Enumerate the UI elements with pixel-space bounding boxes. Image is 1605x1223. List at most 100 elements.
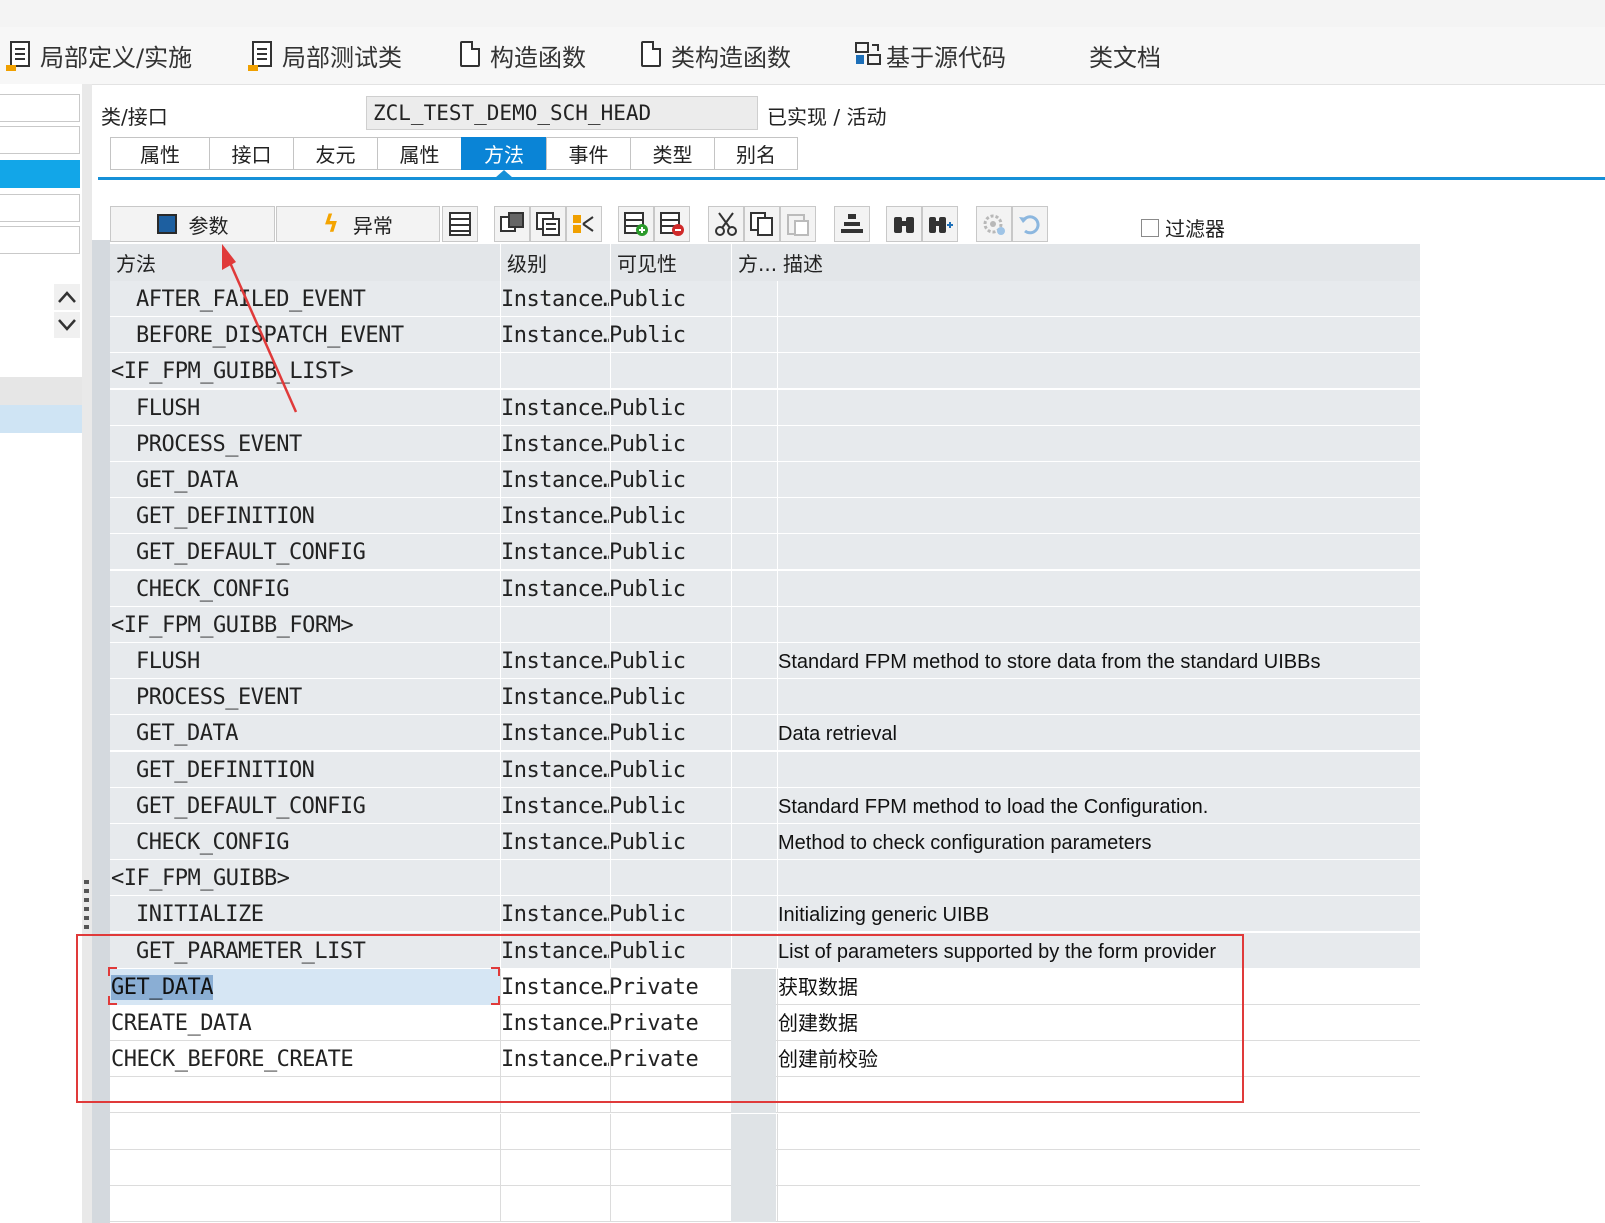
description-cell[interactable]: Data retrieval bbox=[778, 715, 1418, 751]
description-cell[interactable] bbox=[778, 1077, 1418, 1113]
level-cell[interactable]: Instance… bbox=[501, 390, 609, 426]
method-name-cell[interactable]: GET_DATA bbox=[110, 715, 500, 751]
description-cell[interactable] bbox=[778, 860, 1418, 896]
table-row[interactable]: GET_DATA Instance… Public Data retrieval bbox=[110, 715, 1420, 752]
method-name-cell[interactable]: GET_DEFAULT_CONFIG bbox=[110, 534, 500, 570]
table-row[interactable]: CHECK_CONFIG Instance… Public bbox=[110, 570, 1420, 607]
level-cell[interactable]: Instance… bbox=[501, 1005, 609, 1041]
description-cell[interactable] bbox=[778, 534, 1418, 570]
table-row-empty[interactable] bbox=[110, 1186, 1420, 1222]
method-name-cell[interactable]: PROCESS_EVENT bbox=[110, 679, 500, 715]
description-cell[interactable] bbox=[778, 281, 1418, 317]
visibility-cell[interactable]: Public bbox=[609, 896, 730, 932]
description-cell[interactable] bbox=[778, 1186, 1418, 1222]
source-code-button[interactable]: 基于源代码 bbox=[855, 39, 1006, 72]
table-row[interactable]: CHECK_CONFIG Instance… Public Method to che… bbox=[110, 824, 1420, 860]
description-cell[interactable] bbox=[778, 426, 1418, 462]
method-name-cell[interactable]: <IF_FPM_GUIBB_LIST> bbox=[110, 353, 500, 389]
level-cell[interactable]: Instance… bbox=[501, 679, 609, 715]
method-name-cell[interactable] bbox=[110, 1150, 500, 1186]
table-row[interactable]: FLUSH Instance… Public Standard FPM method … bbox=[110, 643, 1420, 679]
method-name-cell[interactable]: CHECK_BEFORE_CREATE bbox=[110, 1041, 500, 1077]
table-row[interactable]: GET_DEFINITION Instance… Public bbox=[110, 498, 1420, 535]
left-panel-selected-field[interactable] bbox=[0, 160, 80, 188]
tab-interfaces[interactable]: 接口 bbox=[209, 137, 293, 170]
method-name-cell[interactable]: GET_DEFAULT_CONFIG bbox=[110, 788, 500, 824]
visibility-cell[interactable]: Private bbox=[609, 969, 730, 1005]
description-cell[interactable]: List of parameters supported by the form… bbox=[778, 933, 1418, 969]
description-cell[interactable]: 创建数据 bbox=[778, 1005, 1418, 1041]
description-cell[interactable] bbox=[778, 752, 1418, 788]
tab-types[interactable]: 类型 bbox=[630, 137, 714, 170]
visibility-cell[interactable]: Public bbox=[609, 317, 730, 353]
table-row[interactable]: AFTER_FAILED_EVENT Instance… Public bbox=[110, 281, 1420, 317]
undo-button[interactable] bbox=[1012, 206, 1048, 242]
find-button[interactable] bbox=[886, 206, 922, 242]
visibility-cell[interactable] bbox=[609, 860, 730, 896]
visibility-cell[interactable]: Public bbox=[609, 281, 730, 317]
method-name-cell[interactable]: CREATE_DATA bbox=[110, 1005, 500, 1041]
method-name-cell[interactable]: FLUSH bbox=[110, 390, 500, 426]
description-cell[interactable] bbox=[778, 1150, 1418, 1186]
method-name-cell[interactable]: GET_DATA bbox=[110, 968, 500, 1005]
tab-friends[interactable]: 友元 bbox=[293, 137, 377, 170]
sort-button[interactable] bbox=[834, 206, 870, 242]
method-name-cell[interactable]: <IF_FPM_GUIBB> bbox=[110, 860, 500, 896]
description-cell[interactable]: 创建前校验 bbox=[778, 1041, 1418, 1077]
description-cell[interactable]: Initializing generic UIBB bbox=[778, 896, 1418, 932]
level-cell[interactable] bbox=[501, 607, 609, 643]
level-cell[interactable]: Instance… bbox=[501, 969, 609, 1005]
description-cell[interactable]: 获取数据 bbox=[778, 969, 1418, 1005]
visibility-cell[interactable]: Public bbox=[609, 752, 730, 788]
class-name-field[interactable]: ZCL_TEST_DEMO_SCH_HEAD bbox=[366, 96, 758, 130]
column-header-description[interactable]: 描述 bbox=[777, 244, 1420, 281]
table-row[interactable]: GET_DEFAULT_CONFIG Instance… Public Standar… bbox=[110, 787, 1420, 824]
level-cell[interactable]: Instance… bbox=[501, 824, 609, 860]
local-definitions-button[interactable]: 局部定义/实施 bbox=[6, 39, 192, 72]
description-cell[interactable] bbox=[778, 571, 1418, 607]
level-cell[interactable]: Instance… bbox=[501, 788, 609, 824]
checkbox-icon[interactable] bbox=[1141, 218, 1159, 237]
level-cell[interactable]: Instance… bbox=[501, 896, 609, 932]
tab-attributes[interactable]: 属性 bbox=[110, 137, 209, 170]
level-cell[interactable]: Instance… bbox=[501, 317, 609, 353]
tab-methods[interactable]: 方法 bbox=[461, 137, 546, 170]
table-row-empty[interactable] bbox=[110, 1149, 1420, 1186]
description-cell[interactable] bbox=[778, 1114, 1418, 1150]
class-documentation-button[interactable]: 类文档 bbox=[1089, 39, 1161, 72]
settings-button[interactable] bbox=[976, 206, 1012, 242]
table-row-empty[interactable] bbox=[110, 1077, 1420, 1114]
constructor-button[interactable]: 构造函数 bbox=[460, 39, 586, 72]
find-next-button[interactable] bbox=[922, 206, 958, 242]
copy-button[interactable] bbox=[744, 206, 780, 242]
column-header-method[interactable]: 方法 bbox=[110, 244, 500, 281]
method-name-cell[interactable]: BEFORE_DISPATCH_EVENT bbox=[110, 317, 500, 353]
visibility-cell[interactable]: Public bbox=[609, 498, 730, 534]
description-cell[interactable] bbox=[778, 679, 1418, 715]
visibility-cell[interactable]: Public bbox=[609, 715, 730, 751]
level-cell[interactable] bbox=[501, 1114, 609, 1150]
method-name-cell[interactable]: <IF_FPM_GUIBB_FORM> bbox=[110, 607, 500, 643]
method-name-cell[interactable] bbox=[110, 1077, 500, 1113]
method-name-cell[interactable]: GET_DEFINITION bbox=[110, 498, 500, 534]
description-cell[interactable] bbox=[778, 498, 1418, 534]
column-header-level[interactable]: 级别 bbox=[500, 244, 610, 281]
tab-attributes-2[interactable]: 属性 bbox=[377, 137, 461, 170]
method-name-cell[interactable]: CHECK_CONFIG bbox=[110, 824, 500, 860]
scroll-down-icon[interactable] bbox=[54, 312, 80, 338]
method-name-cell[interactable]: PROCESS_EVENT bbox=[110, 426, 500, 462]
visibility-cell[interactable]: Private bbox=[609, 1005, 730, 1041]
table-row[interactable]: GET_DEFINITION Instance… Public bbox=[110, 751, 1420, 788]
level-cell[interactable]: Instance… bbox=[501, 715, 609, 751]
scroll-up-icon[interactable] bbox=[54, 284, 80, 310]
method-name-cell[interactable]: CHECK_CONFIG bbox=[110, 571, 500, 607]
table-row[interactable]: CREATE_DATA Instance… Private 创建数据 bbox=[110, 1005, 1420, 1041]
redefine-button[interactable] bbox=[566, 206, 602, 242]
level-cell[interactable]: Instance… bbox=[501, 462, 609, 498]
description-cell[interactable]: Method to check configuration parameters bbox=[778, 824, 1418, 860]
method-name-cell[interactable]: GET_DATA bbox=[110, 462, 500, 498]
visibility-cell[interactable]: Public bbox=[609, 534, 730, 570]
method-name-cell[interactable] bbox=[110, 1114, 500, 1150]
level-cell[interactable]: Instance… bbox=[501, 498, 609, 534]
description-cell[interactable] bbox=[778, 607, 1418, 643]
